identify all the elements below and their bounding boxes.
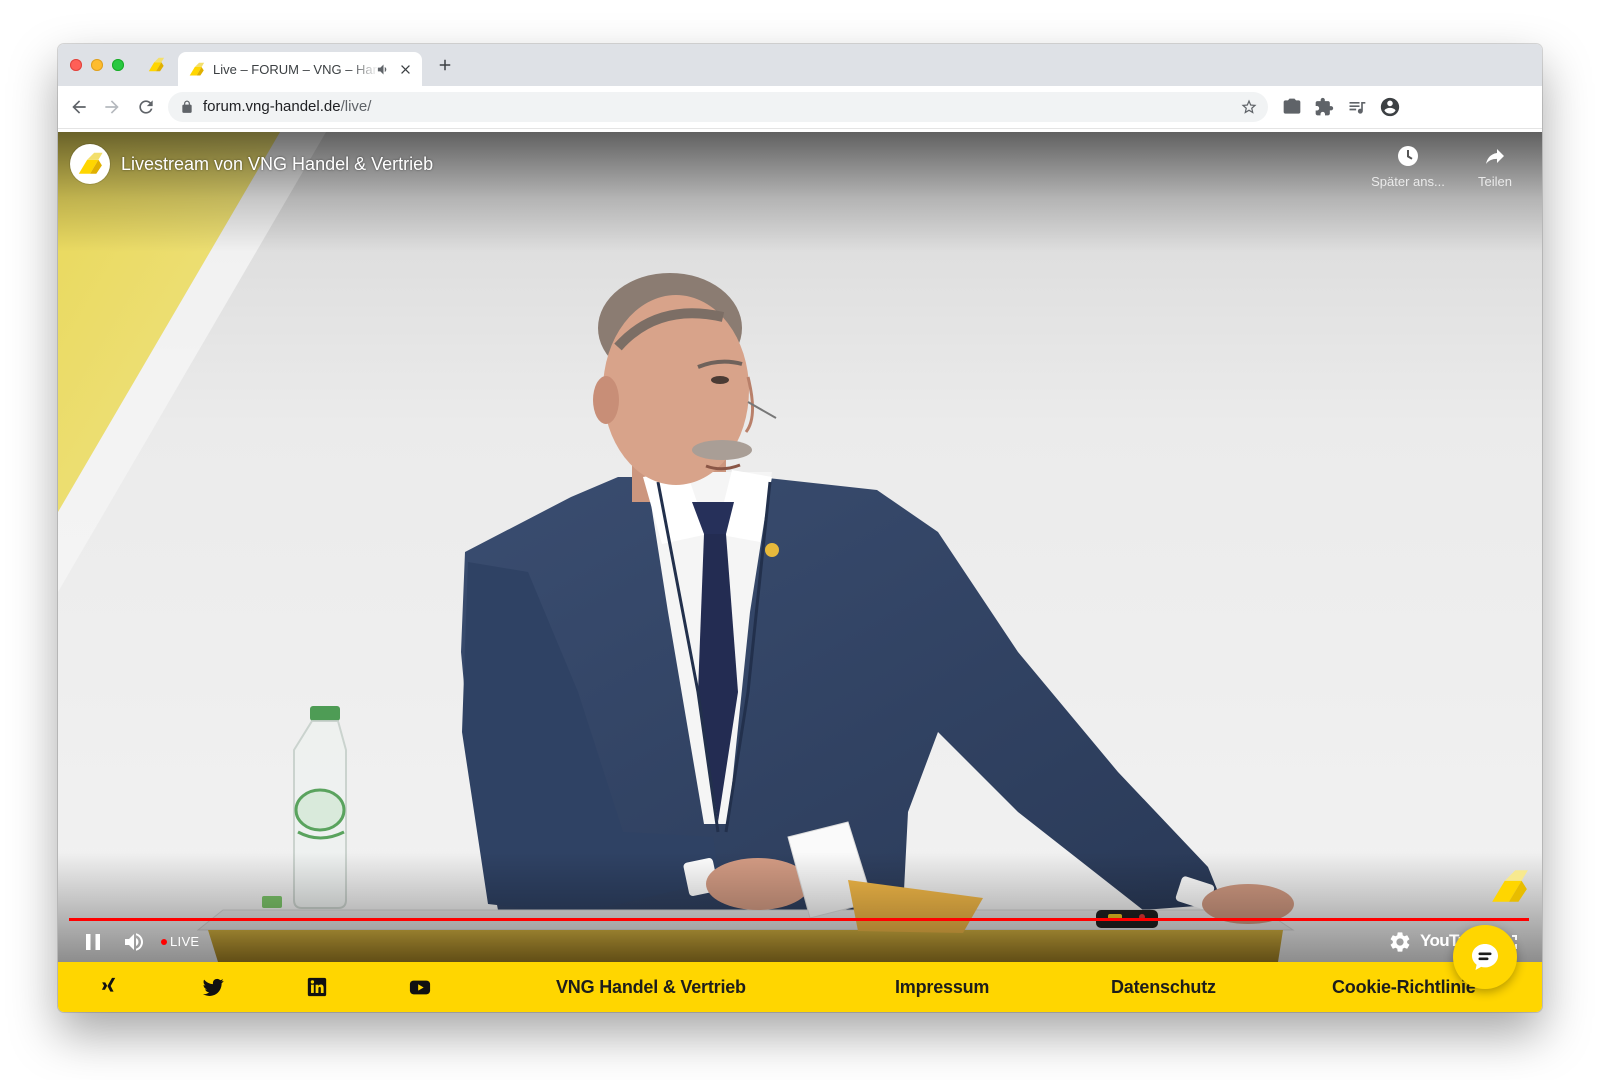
share-button[interactable]: Teilen <box>1450 144 1540 189</box>
title-overlay-gradient <box>58 132 1542 252</box>
twitter-icon[interactable] <box>202 976 224 998</box>
footer-link-vng-handel[interactable]: VNG Handel & Vertrieb <box>556 962 746 1012</box>
progress-bar[interactable] <box>69 918 1529 921</box>
close-icon[interactable] <box>398 62 413 77</box>
video-title[interactable]: Livestream von VNG Handel & Vertrieb <box>121 154 433 175</box>
youtube-video-player[interactable]: Livestream von VNG Handel & Vertrieb Spä… <box>58 132 1542 962</box>
watch-later-label: Später ans... <box>1371 174 1445 189</box>
browser-toolbar: forum.vng-handel.de/live/ <box>58 86 1542 129</box>
share-label: Teilen <box>1478 174 1512 189</box>
pause-icon[interactable] <box>81 930 105 954</box>
tab-title: Live – FORUM – VNG – Har <box>213 62 377 77</box>
youtube-icon[interactable] <box>409 976 431 998</box>
xing-icon[interactable] <box>98 976 120 998</box>
address-bar[interactable]: forum.vng-handel.de/live/ <box>168 92 1268 122</box>
watch-later-button[interactable]: Später ans... <box>1363 144 1453 189</box>
url-path: /live/ <box>340 98 372 115</box>
url-text[interactable]: forum.vng-handel.de/live/ <box>203 98 371 116</box>
live-label[interactable]: LIVE <box>170 934 199 949</box>
site-footer: VNG Handel & Vertrieb Impressum Datensch… <box>58 962 1542 1012</box>
livestream-video-frame <box>58 132 1542 962</box>
settings-gear-icon[interactable] <box>1388 930 1412 954</box>
vng-watermark-logo <box>1488 866 1530 908</box>
linkedin-icon[interactable] <box>306 976 328 998</box>
new-tab-plus-icon[interactable] <box>436 56 454 74</box>
controls-overlay-gradient <box>58 852 1542 962</box>
share-arrow-icon <box>1483 144 1507 168</box>
chat-bubble-icon <box>1472 944 1498 970</box>
tab-strip: Live – FORUM – VNG – Har <box>58 44 1542 86</box>
camera-icon[interactable] <box>1282 97 1302 117</box>
window-zoom-button[interactable] <box>112 59 124 71</box>
channel-avatar[interactable] <box>70 144 110 184</box>
tab-active[interactable]: Live – FORUM – VNG – Har <box>178 52 422 86</box>
footer-link-cookie-richtlinie[interactable]: Cookie-Richtlinie <box>1332 962 1476 1012</box>
url-host: forum.vng-handel.de <box>203 98 341 115</box>
reload-icon[interactable] <box>136 97 156 117</box>
volume-icon[interactable] <box>122 930 146 954</box>
window-minimize-button[interactable] <box>91 59 103 71</box>
forward-arrow-icon[interactable] <box>102 97 122 117</box>
vng-logo-icon <box>188 61 205 78</box>
pinned-tab-vng-logo-icon[interactable] <box>147 56 165 74</box>
back-arrow-icon[interactable] <box>69 97 89 117</box>
chat-widget-button[interactable] <box>1453 925 1517 989</box>
clock-icon <box>1396 144 1420 168</box>
browser-window: Live – FORUM – VNG – Har forum.vng-hande… <box>58 44 1542 1012</box>
account-icon[interactable] <box>1379 96 1401 118</box>
vng-logo-icon <box>78 152 103 174</box>
puzzle-icon[interactable] <box>1314 97 1334 117</box>
live-indicator-dot <box>161 939 167 945</box>
footer-link-impressum[interactable]: Impressum <box>895 962 989 1012</box>
star-icon[interactable] <box>1240 98 1258 116</box>
footer-link-datenschutz[interactable]: Datenschutz <box>1111 962 1216 1012</box>
lock-icon[interactable] <box>180 100 194 114</box>
window-close-button[interactable] <box>70 59 82 71</box>
media-queue-icon[interactable] <box>1347 97 1367 117</box>
speaker-icon[interactable] <box>376 62 391 77</box>
